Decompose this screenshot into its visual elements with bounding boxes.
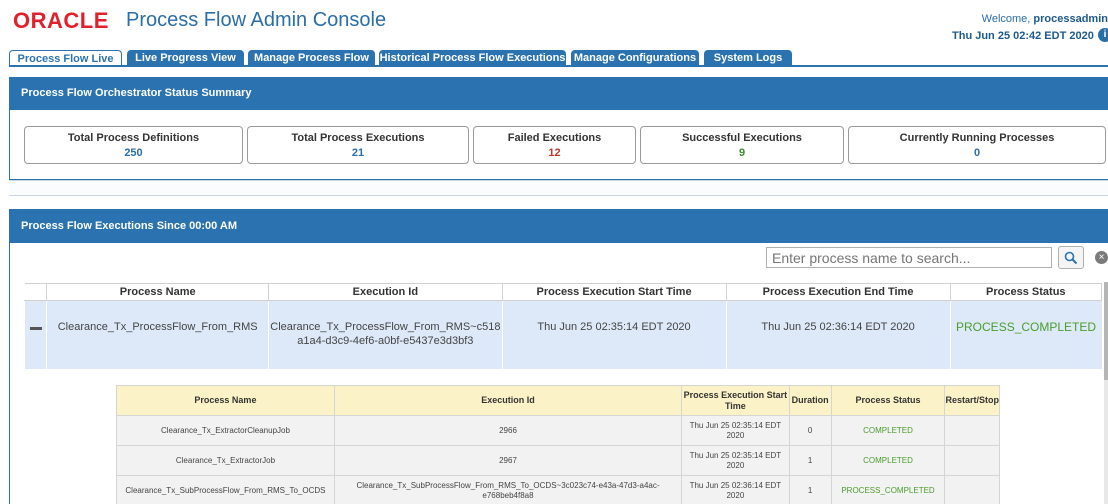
column-header: Restart/Stop xyxy=(944,385,1000,416)
sub-execution-id: 2967 xyxy=(333,445,683,476)
start-line2: 2020 xyxy=(726,430,745,440)
start-time-cell: Thu Jun 25 02:35:14 EDT 2020 xyxy=(501,300,727,369)
execution-id-line2: a1a4-d3c9-4ef6-a0bf-e5437e3d3bf3 xyxy=(297,335,474,347)
end-time-cell: Thu Jun 25 02:36:14 EDT 2020 xyxy=(725,300,951,369)
stat-value: 9 xyxy=(738,147,746,159)
minus-icon xyxy=(29,327,42,330)
stat-label: Failed Executions xyxy=(507,132,602,144)
sub-start-time: Thu Jun 25 02:35:14 EDT 2020 xyxy=(681,415,790,446)
stat-value: 12 xyxy=(548,147,561,159)
stat-value: 250 xyxy=(124,147,143,159)
sub-restart-stop[interactable] xyxy=(944,475,1000,504)
stat-failed-executions[interactable]: Failed Executions 12 xyxy=(473,126,636,164)
search-button[interactable] xyxy=(1058,246,1084,269)
tab-manage-process-flow[interactable]: Manage Process Flow xyxy=(248,50,375,66)
sub-restart-stop[interactable] xyxy=(944,415,1000,446)
sub-table-header-row: Process Name Execution Id Process Execut… xyxy=(116,385,1000,416)
sub-duration: 1 xyxy=(788,445,832,476)
scrollbar-thumb[interactable] xyxy=(1104,282,1108,380)
sub-duration: 0 xyxy=(788,415,832,446)
sub-process-name: Clearance_Tx_SubProcessFlow_From_RMS_To_… xyxy=(116,475,335,504)
sub-table-row[interactable]: Clearance_Tx_ExtractorJob 2967 Thu Jun 2… xyxy=(116,445,1000,476)
sub-table-row[interactable]: Clearance_Tx_ExtractorCleanupJob 2966 Th… xyxy=(116,415,1000,446)
column-header: Process Status xyxy=(830,385,946,416)
table-row[interactable]: Clearance_Tx_ProcessFlow_From_RMS Cleara… xyxy=(23,300,1102,369)
start-line1: Thu Jun 25 02:35:14 EDT xyxy=(689,450,782,460)
tab-system-logs[interactable]: System Logs xyxy=(704,50,792,66)
username[interactable]: processadmin xyxy=(1033,13,1108,25)
status-badge: PROCESS_COMPLETED xyxy=(956,320,1097,334)
id-line1: Clearance_Tx_SubProcessFlow_From_RMS_To_… xyxy=(356,480,660,490)
id-line2: e768beb4f8a8 xyxy=(482,490,534,500)
execution-id-cell: Clearance_Tx_ProcessFlow_From_RMS~c518 a1… xyxy=(268,300,503,369)
sub-status: COMPLETED xyxy=(830,415,946,446)
table-header-row: Process Name Execution Id Process Execut… xyxy=(24,283,1103,301)
sub-duration: 1 xyxy=(788,475,832,504)
stat-label: Total Process Definitions xyxy=(67,132,200,144)
column-header: Process Execution Start Time xyxy=(681,385,790,416)
process-name-cell: Clearance_Tx_ProcessFlow_From_RMS xyxy=(46,300,269,369)
stat-total-executions[interactable]: Total Process Executions 21 xyxy=(247,126,469,164)
start-line2: 2020 xyxy=(726,460,745,470)
current-datetime: Thu Jun 25 02:42 EDT 2020 xyxy=(952,30,1094,42)
sub-restart-stop[interactable] xyxy=(944,445,1000,476)
stat-value: 0 xyxy=(973,147,981,159)
clear-search-icon[interactable]: × xyxy=(1095,251,1108,264)
column-header: Execution Id xyxy=(333,385,683,416)
tab-historical-executions[interactable]: Historical Process Flow Executions xyxy=(379,50,566,66)
stat-successful-executions[interactable]: Successful Executions 9 xyxy=(640,126,844,164)
tab-process-flow-live[interactable]: Process Flow Live xyxy=(9,50,122,66)
sub-table-row[interactable]: Clearance_Tx_SubProcessFlow_From_RMS_To_… xyxy=(116,475,1000,504)
expand-column-header xyxy=(24,283,48,301)
stat-value: 21 xyxy=(351,147,365,159)
start-line1: Thu Jun 25 02:36:14 EDT xyxy=(689,480,782,490)
sub-start-time: Thu Jun 25 02:36:14 EDT 2020 xyxy=(681,475,790,504)
app-title: Process Flow Admin Console xyxy=(126,9,387,31)
stat-label: Total Process Executions xyxy=(291,132,425,144)
app-header: ORACLE Process Flow Admin Console Welcom… xyxy=(0,0,1108,50)
column-header[interactable]: Execution Id xyxy=(268,283,503,301)
executions-table: Process Name Execution Id Process Execut… xyxy=(23,283,1103,369)
search-input[interactable] xyxy=(766,247,1052,268)
welcome-prefix: Welcome, xyxy=(981,13,1034,25)
sub-execution-id: 2966 xyxy=(333,415,683,446)
sub-process-name: Clearance_Tx_ExtractorCleanupJob xyxy=(116,415,335,446)
start-line1: Thu Jun 25 02:35:14 EDT xyxy=(689,420,782,430)
sub-process-name: Clearance_Tx_ExtractorJob xyxy=(116,445,335,476)
sub-execution-id: Clearance_Tx_SubProcessFlow_From_RMS_To_… xyxy=(333,475,683,504)
stat-total-definitions[interactable]: Total Process Definitions 250 xyxy=(24,126,243,164)
status-cell: PROCESS_COMPLETED xyxy=(949,300,1102,369)
welcome-text: Welcome, processadmin xyxy=(982,13,1108,25)
tab-underline xyxy=(9,65,1108,67)
column-header[interactable]: Process Name xyxy=(46,283,270,301)
collapse-toggle[interactable] xyxy=(23,300,47,369)
executions-panel-heading: Process Flow Executions Since 00:00 AM xyxy=(9,209,1108,243)
stat-label: Currently Running Processes xyxy=(899,132,1055,144)
column-header: Process Name xyxy=(116,385,335,416)
tab-live-progress-view[interactable]: Live Progress View xyxy=(127,50,244,66)
stat-label: Successful Executions xyxy=(682,132,802,144)
column-header[interactable]: Process Execution Start Time xyxy=(501,283,727,301)
execution-id-line1: Clearance_Tx_ProcessFlow_From_RMS~c518 xyxy=(270,321,501,333)
section-divider xyxy=(9,180,1108,196)
summary-panel-heading: Process Flow Orchestrator Status Summary xyxy=(9,77,1108,110)
column-header[interactable]: Process Execution End Time xyxy=(725,283,951,301)
tab-manage-configurations[interactable]: Manage Configurations xyxy=(571,50,699,66)
stat-running-processes[interactable]: Currently Running Processes 0 xyxy=(848,126,1106,164)
column-header[interactable]: Process Status xyxy=(949,283,1103,301)
sub-status: COMPLETED xyxy=(830,445,946,476)
oracle-logo: ORACLE xyxy=(13,8,109,33)
info-icon[interactable]: i xyxy=(1098,28,1108,42)
search-icon xyxy=(1064,251,1078,265)
column-header: Duration xyxy=(788,385,832,416)
sub-status: PROCESS_COMPLETED xyxy=(830,475,946,504)
start-line2: 2020 xyxy=(726,490,745,500)
sub-start-time: Thu Jun 25 02:35:14 EDT 2020 xyxy=(681,445,790,476)
sub-executions-table: Process Name Execution Id Process Execut… xyxy=(116,385,1000,504)
